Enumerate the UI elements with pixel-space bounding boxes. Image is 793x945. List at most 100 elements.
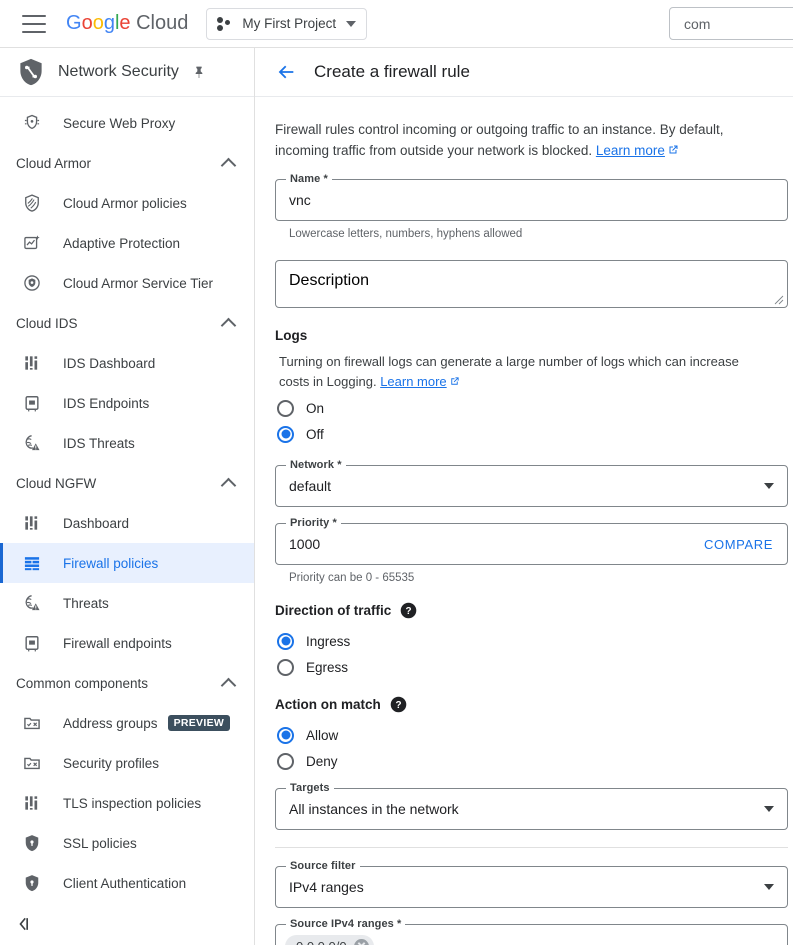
chevron-up-icon[interactable] [220, 157, 237, 173]
source-range-chip[interactable]: 0.0.0.0/0 [285, 934, 374, 945]
targets-select[interactable]: Targets All instances in the network [275, 782, 788, 830]
direction-option-egress-label: Egress [306, 659, 349, 675]
sidebar-item-address-groups[interactable]: Address groups PREVIEW [0, 703, 254, 743]
back-arrow-icon[interactable] [275, 61, 297, 83]
radio-button[interactable] [277, 658, 294, 676]
action-option-deny-label: Deny [306, 753, 338, 769]
direction-option-egress[interactable]: Egress [277, 654, 793, 680]
resize-grip-icon[interactable] [774, 295, 784, 305]
action-on-match-section: Action on match ? Allow Deny [275, 696, 793, 774]
radio-button-selected[interactable] [277, 726, 294, 744]
sidebar-product-header: Network Security [0, 48, 254, 97]
chevron-down-icon[interactable] [764, 806, 774, 812]
shield-network-security-icon [20, 58, 42, 86]
sidebar-item-firewall-policies[interactable]: Firewall policies [0, 543, 254, 583]
priority-field-group: Priority * 1000 COMPARE ? [275, 517, 793, 565]
chevron-up-icon[interactable] [220, 477, 237, 493]
sidebar-item-label: Firewall policies [63, 555, 159, 571]
logs-learn-more-link[interactable]: Learn more [380, 374, 446, 389]
endpoints-icon [22, 633, 42, 653]
preview-badge: PREVIEW [167, 714, 231, 732]
source-filter-label: Source filter [286, 860, 360, 872]
direction-option-ingress[interactable]: Ingress [277, 628, 793, 654]
source-ranges-input[interactable]: Source IPv4 ranges * 0.0.0.0/0 [275, 918, 788, 945]
chevron-down-icon[interactable] [764, 483, 774, 489]
help-icon[interactable]: ? [390, 696, 407, 713]
sidebar-item-tls-inspection-policies[interactable]: TLS inspection policies [0, 783, 254, 823]
logs-option-off[interactable]: Off [277, 421, 793, 447]
sidebar-item-label: IDS Endpoints [63, 395, 150, 411]
sidebar-item-cloud-armor-service-tier[interactable]: Cloud Armor Service Tier [0, 263, 254, 303]
sidebar-item-label: IDS Threats [63, 435, 135, 451]
sidebar-nav-list: Secure Web Proxy Cloud Armor Cloud Armor p… [0, 97, 254, 903]
sidebar-group-cloud-ngfw[interactable]: Cloud NGFW [0, 463, 254, 503]
sidebar-group-cloud-ids[interactable]: Cloud IDS [0, 303, 254, 343]
name-field-hint: Lowercase letters, numbers, hyphens allo… [289, 228, 523, 240]
project-selector[interactable]: My First Project [206, 7, 368, 40]
direction-option-ingress-label: Ingress [306, 633, 351, 649]
chevron-up-icon[interactable] [220, 317, 237, 333]
search-input[interactable]: com [669, 7, 793, 40]
chevron-down-icon [346, 20, 357, 27]
action-option-allow-label: Allow [306, 727, 339, 743]
logs-heading: Logs [275, 328, 308, 343]
project-name-label: My First Project [242, 16, 337, 31]
sidebar-group-label: Cloud IDS [16, 315, 78, 331]
form-content: Firewall rules control incoming or outgo… [255, 97, 793, 945]
sidebar-item-adaptive-protection[interactable]: Adaptive Protection [0, 223, 254, 263]
google-cloud-logo[interactable]: Google Cloud [66, 12, 188, 35]
source-ranges-label: Source IPv4 ranges * [286, 918, 406, 930]
help-icon[interactable]: ? [400, 602, 417, 619]
source-filter-select[interactable]: Source filter IPv4 ranges [275, 860, 788, 908]
hamburger-menu-icon[interactable] [22, 14, 46, 33]
firewall-policies-icon [22, 553, 42, 573]
sidebar-item-dashboard[interactable]: Dashboard [0, 503, 254, 543]
sidebar-item-ids-threats[interactable]: IDS Threats [0, 423, 254, 463]
sidebar-item-ids-endpoints[interactable]: IDS Endpoints [0, 383, 254, 423]
adaptive-protection-icon [22, 233, 42, 253]
ssl-shield-icon [22, 833, 42, 853]
collapse-panel-icon[interactable] [13, 914, 33, 934]
sidebar-group-cloud-armor[interactable]: Cloud Armor [0, 143, 254, 183]
sidebar-item-ids-dashboard[interactable]: IDS Dashboard [0, 343, 254, 383]
chevron-up-icon[interactable] [220, 677, 237, 693]
intro-learn-more-link[interactable]: Learn more [596, 143, 665, 158]
remove-chip-icon[interactable] [353, 938, 369, 945]
name-field-label: Name * [286, 173, 332, 185]
logs-description-text: Turning on firewall logs can generate a … [279, 354, 739, 389]
radio-button[interactable] [277, 399, 294, 417]
chevron-down-icon[interactable] [764, 884, 774, 890]
sidebar-item-secure-web-proxy[interactable]: Secure Web Proxy [0, 103, 254, 143]
action-option-allow[interactable]: Allow [277, 722, 793, 748]
targets-field-group: Targets All instances in the network ? [275, 782, 793, 830]
compare-button[interactable]: COMPARE [704, 537, 773, 552]
cloud-armor-policies-icon [22, 193, 42, 213]
sidebar-item-firewall-endpoints[interactable]: Firewall endpoints [0, 623, 254, 663]
description-textarea[interactable]: Description [275, 260, 788, 308]
sidebar-item-label: Cloud Armor Service Tier [63, 275, 214, 291]
action-option-deny[interactable]: Deny [277, 748, 793, 774]
name-input[interactable]: Name * vnc [275, 173, 788, 221]
network-select[interactable]: Network * default [275, 459, 788, 507]
intro-paragraph: Firewall rules control incoming or outgo… [275, 119, 775, 161]
svg-text:?: ? [406, 606, 412, 617]
sidebar-item-ssl-policies[interactable]: SSL policies [0, 823, 254, 863]
sidebar-item-threats[interactable]: Threats [0, 583, 254, 623]
sidebar-item-label: Adaptive Protection [63, 235, 181, 251]
search-input-value: com [684, 15, 711, 32]
endpoints-icon [22, 393, 42, 413]
sidebar-item-client-authentication[interactable]: Client Authentication [0, 863, 254, 903]
radio-button[interactable] [277, 752, 294, 770]
priority-input[interactable]: Priority * 1000 COMPARE [275, 517, 788, 565]
radio-button-selected[interactable] [277, 425, 294, 443]
sidebar-item-cloud-armor-policies[interactable]: Cloud Armor policies [0, 183, 254, 223]
sidebar-item-security-profiles[interactable]: Security profiles [0, 743, 254, 783]
radio-button-selected[interactable] [277, 632, 294, 650]
pin-icon[interactable] [191, 64, 207, 80]
logs-description: Turning on firewall logs can generate a … [279, 352, 757, 392]
sidebar-group-common-components[interactable]: Common components [0, 663, 254, 703]
logs-section: Logs Turning on firewall logs can genera… [275, 328, 793, 447]
logs-option-on[interactable]: On [277, 395, 793, 421]
description-placeholder: Description [289, 272, 370, 289]
sidebar-item-label: Cloud Armor policies [63, 195, 187, 211]
